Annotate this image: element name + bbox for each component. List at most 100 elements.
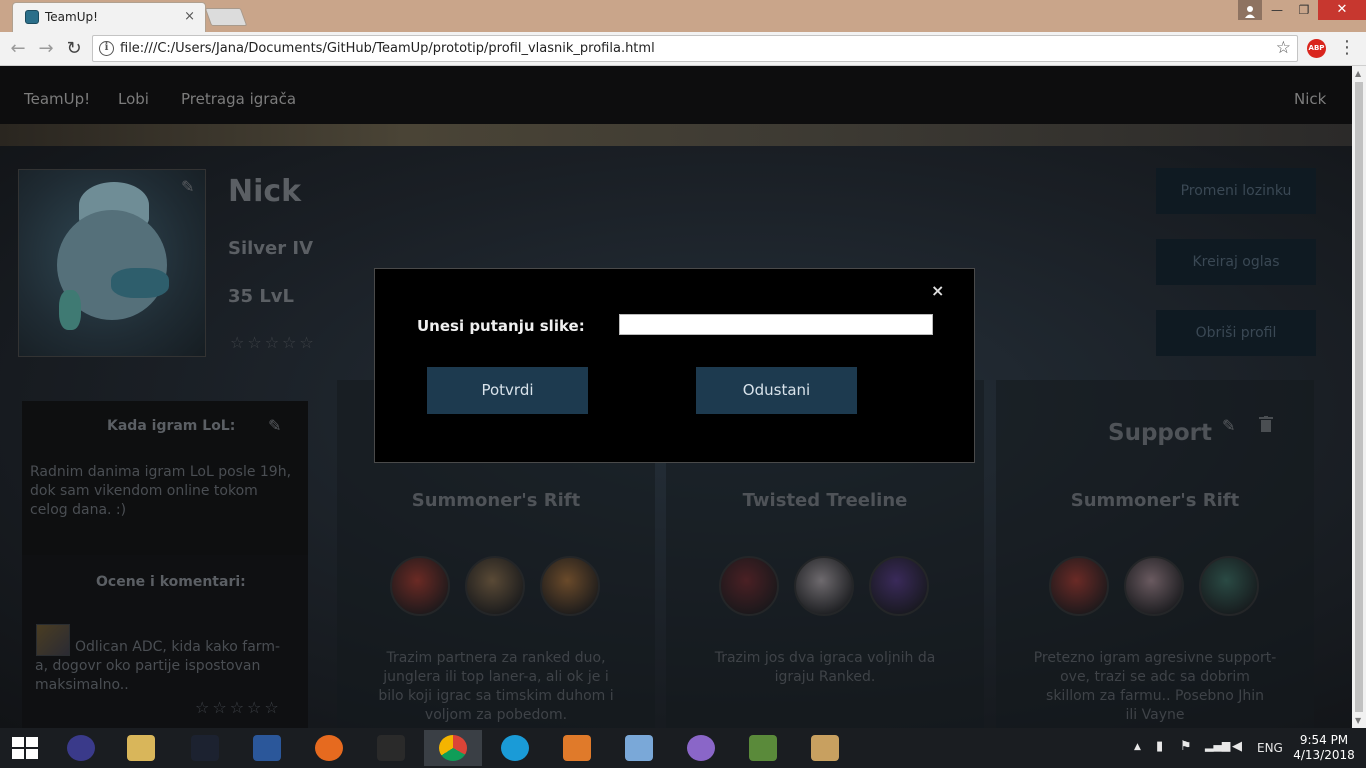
scrollbar-thumb[interactable] xyxy=(1355,82,1363,712)
edit-play-time-pencil-icon[interactable]: ✎ xyxy=(268,416,281,435)
minimize-button[interactable]: — xyxy=(1263,0,1291,20)
modal-close-icon[interactable]: × xyxy=(931,281,944,300)
action-flag-icon[interactable]: ⚑ xyxy=(1180,739,1192,754)
ad-description-line: Pretezno igram agresivne support- xyxy=(1033,650,1277,666)
back-arrow-icon[interactable]: ← xyxy=(6,37,30,61)
address-bar[interactable]: i file:///C:/Users/Jana/Documents/GitHub… xyxy=(92,35,1298,62)
word-icon xyxy=(253,735,281,761)
browser-menu-icon[interactable]: ⋮ xyxy=(1338,37,1356,61)
taskbar-notepadpp-app[interactable] xyxy=(734,730,792,766)
browser-tab[interactable]: TeamUp! × xyxy=(12,2,206,32)
ad-description-line: ili Vayne xyxy=(1125,707,1185,723)
system-clock[interactable]: 9:54 PM 4/13/2018 xyxy=(1292,733,1356,763)
edit-avatar-pencil-icon[interactable]: ✎ xyxy=(181,177,194,196)
champion-portrait xyxy=(465,556,525,616)
reload-icon[interactable]: ↻ xyxy=(62,37,86,61)
battery-icon[interactable]: ▮ xyxy=(1156,739,1163,754)
clock-time: 9:54 PM xyxy=(1299,733,1349,747)
champion-portrait xyxy=(390,556,450,616)
window-close-button[interactable]: ✕ xyxy=(1318,0,1366,20)
ad-description: Trazim jos dva igraca voljnih da igraju … xyxy=(680,649,970,687)
taskbar-league-client-app[interactable] xyxy=(176,730,234,766)
champion-portrait xyxy=(1049,556,1109,616)
taskbar-paint-app[interactable] xyxy=(796,730,854,766)
paint-palette-icon xyxy=(811,735,839,761)
ad-description-line: ove, trazi se adc sa dobrim xyxy=(1060,669,1250,685)
virtualbox-icon xyxy=(625,735,653,761)
page-scrollbar[interactable]: ▲ ▼ xyxy=(1352,66,1366,728)
taskbar-video-app[interactable] xyxy=(548,730,606,766)
change-password-button[interactable]: Promeni lozinku xyxy=(1156,168,1316,214)
info-icon[interactable]: i xyxy=(99,41,114,56)
edit-ad-pencil-icon[interactable]: ✎ xyxy=(1222,416,1235,435)
champion-portrait xyxy=(540,556,600,616)
taskbar-file-explorer-app[interactable] xyxy=(112,730,170,766)
play-time-line: dok sam vikendom online tokom xyxy=(30,483,258,499)
taskbar-eclipse-app[interactable] xyxy=(52,730,110,766)
comment-rating-stars: ☆☆☆☆☆ xyxy=(195,698,282,717)
taskbar-virtualbox-app[interactable] xyxy=(610,730,668,766)
language-indicator[interactable]: ENG xyxy=(1257,741,1283,755)
ad-role-title: Support xyxy=(1108,420,1213,446)
folder-icon xyxy=(127,735,155,761)
taskbar-word-app[interactable] xyxy=(238,730,296,766)
ad-description-line: bilo koji igrac sa timskim duhom i xyxy=(378,688,614,704)
show-hidden-icons-icon[interactable]: ▲ xyxy=(1134,742,1141,752)
taskbar-firefox-app[interactable] xyxy=(300,730,358,766)
chrome-icon xyxy=(439,735,467,761)
image-path-label: Unesi putanju slike: xyxy=(417,317,585,335)
ratings-heading: Ocene i komentari: xyxy=(96,574,246,590)
avatar-detail-horn xyxy=(59,290,81,330)
browser-tab-strip: TeamUp! × — ❐ ✕ xyxy=(0,0,1366,32)
windows-start-icon[interactable] xyxy=(12,737,38,759)
teamup-favicon-icon xyxy=(25,10,39,24)
game-client-icon xyxy=(191,735,219,761)
comment-line: Odlican ADC, kida kako farm- xyxy=(75,639,281,655)
delete-profile-button[interactable]: Obriši profil xyxy=(1156,310,1316,356)
confirm-button[interactable]: Potvrdi xyxy=(427,367,588,414)
tab-close-icon[interactable]: × xyxy=(184,9,195,24)
adblock-icon[interactable]: ABP xyxy=(1307,39,1326,58)
nav-player-search-link[interactable]: Pretraga igrača xyxy=(181,90,296,108)
url-text[interactable]: file:///C:/Users/Jana/Documents/GitHub/T… xyxy=(120,41,655,56)
network-signal-icon[interactable]: ▂▄▆ xyxy=(1205,739,1230,752)
ad-description-line: Trazim partnera za ranked duo, xyxy=(386,650,606,666)
profile-level: 35 LvL xyxy=(228,286,294,307)
volume-icon[interactable]: ◀ xyxy=(1232,739,1242,754)
create-ad-button[interactable]: Kreiraj oglas xyxy=(1156,239,1316,285)
cancel-button[interactable]: Odustani xyxy=(696,367,857,414)
nav-brand-link[interactable]: TeamUp! xyxy=(24,90,90,108)
user-profile-icon[interactable] xyxy=(1238,0,1262,20)
champion-portrait xyxy=(719,556,779,616)
league-icon xyxy=(377,735,405,761)
ad-description-line: voljom za pobedom. xyxy=(424,707,568,723)
taskbar-skype-app[interactable] xyxy=(486,730,544,766)
nav-user-link[interactable]: Nick xyxy=(1294,90,1326,108)
scroll-down-arrow-icon[interactable]: ▼ xyxy=(1355,716,1361,725)
nav-lobby-link[interactable]: Lobi xyxy=(118,90,149,108)
forward-arrow-icon[interactable]: → xyxy=(34,37,58,61)
comment-text: Odlican ADC, kida kako farm- a, dogovr o… xyxy=(35,638,297,695)
taskbar-league-app[interactable] xyxy=(362,730,420,766)
new-tab-button[interactable] xyxy=(204,8,248,26)
ad-map-title: Summoner's Rift xyxy=(1070,490,1240,511)
ad-description-line: skillom za farmu.. Posebno Jhin xyxy=(1046,688,1264,704)
scroll-up-arrow-icon[interactable]: ▲ xyxy=(1355,69,1361,78)
maximize-button[interactable]: ❐ xyxy=(1290,0,1318,20)
champion-portrait xyxy=(869,556,929,616)
taskbar-chrome-app[interactable] xyxy=(424,730,482,766)
image-path-input[interactable] xyxy=(619,314,933,335)
windows-taskbar: ▲ ▮ ⚑ ▂▄▆ ◀ ENG 9:54 PM 4/13/2018 xyxy=(0,728,1366,768)
champion-portrait xyxy=(1124,556,1184,616)
play-time-heading: Kada igram LoL: xyxy=(107,418,236,434)
taskbar-github-app[interactable] xyxy=(672,730,730,766)
skype-icon xyxy=(501,735,529,761)
bookmark-star-icon[interactable]: ☆ xyxy=(1276,38,1291,58)
champion-portrait xyxy=(1199,556,1259,616)
delete-ad-trash-icon[interactable] xyxy=(1259,416,1273,432)
ad-description-line: Trazim jos dva igraca voljnih da xyxy=(714,650,936,666)
browser-toolbar: ← → ↻ i file:///C:/Users/Jana/Documents/… xyxy=(0,32,1366,66)
play-time-text: Radnim danima igram LoL posle 19h, dok s… xyxy=(30,463,300,520)
comment-line: a, dogovr oko partije ispostovan xyxy=(35,658,261,674)
firefox-icon xyxy=(315,735,343,761)
